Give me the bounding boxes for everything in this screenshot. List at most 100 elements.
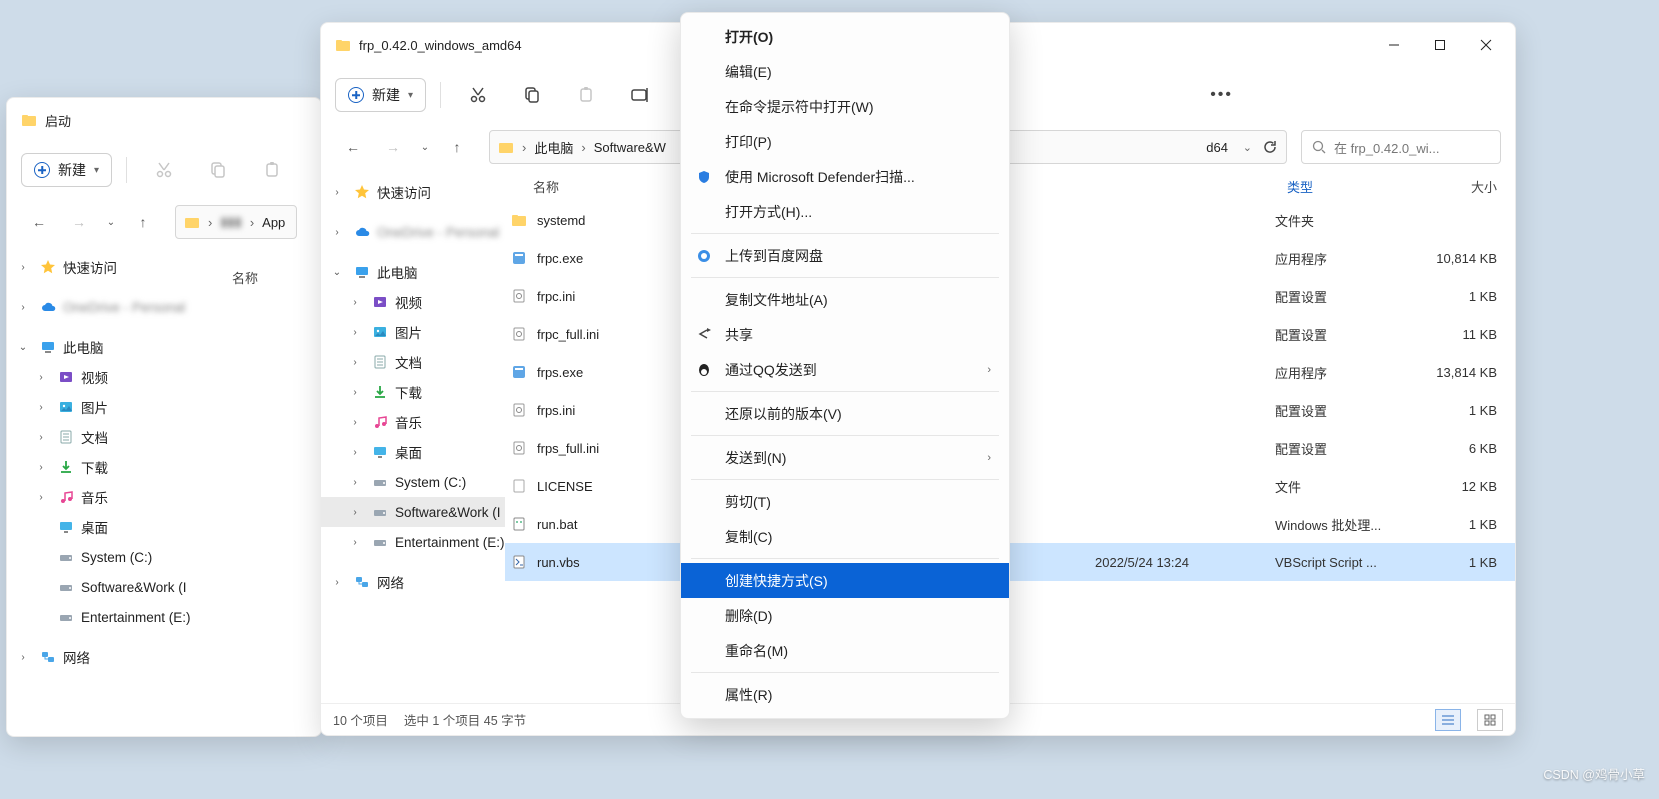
copy-icon[interactable] [509,75,555,115]
nav-item[interactable]: ⌄此电脑 [321,257,505,287]
nav-item[interactable]: ›Software&Work (I [321,497,505,527]
details-view-button[interactable] [1435,709,1461,731]
expand-icon[interactable]: › [327,577,347,588]
up-button[interactable]: ↑ [125,204,161,240]
menu-item[interactable]: 重命名(M) [681,633,1009,668]
nav-item[interactable]: ›音乐 [7,482,321,512]
nav-item[interactable]: ›文档 [321,347,505,377]
expand-icon[interactable]: › [31,402,51,413]
breadcrumb-item[interactable]: Software&W [594,140,666,155]
back-button[interactable]: ← [335,129,371,165]
expand-icon[interactable]: ⌄ [327,267,347,278]
expand-icon[interactable]: ⌄ [13,342,33,353]
nav-item[interactable]: ⌄此电脑 [7,332,321,362]
file-row[interactable]: frpc.exe应用程序10,814 KB [505,239,1515,277]
menu-item[interactable]: 创建快捷方式(S) [681,563,1009,598]
file-row[interactable]: run.batWindows 批处理...1 KB [505,505,1515,543]
nav-tree[interactable]: ›快速访问›OneDrive - Personal⌄此电脑›视频›图片›文档›下… [7,246,321,736]
column-type[interactable]: 类型 [1275,177,1415,196]
recent-locations-button[interactable]: ⌄ [415,129,435,165]
nav-item[interactable]: ›快速访问 [321,177,505,207]
expand-icon[interactable]: › [31,492,51,503]
menu-item[interactable]: 打开(O) [681,19,1009,54]
nav-item[interactable]: ›视频 [321,287,505,317]
nav-item[interactable]: ›OneDrive - Personal [321,217,505,247]
menu-item[interactable]: 通过QQ发送到› [681,352,1009,387]
file-row[interactable]: frpc_full.ini配置设置11 KB [505,315,1515,353]
menu-item[interactable]: 打印(P) [681,124,1009,159]
titlebar[interactable]: 启动 [7,98,321,142]
expand-icon[interactable]: › [345,477,365,488]
expand-icon[interactable]: › [345,537,365,548]
nav-item[interactable]: ›图片 [321,317,505,347]
column-headers[interactable]: 名称 类型 大小 [505,171,1515,201]
breadcrumb-item[interactable]: d64 [1206,140,1228,155]
menu-item[interactable]: 发送到(N)› [681,440,1009,475]
context-menu[interactable]: 打开(O)编辑(E)在命令提示符中打开(W)打印(P)使用 Microsoft … [680,12,1010,719]
nav-item[interactable]: ›网络 [321,567,505,597]
up-button[interactable]: ↑ [439,129,475,165]
breadcrumb-item[interactable]: App [262,215,285,230]
file-row[interactable]: systemd文件夹 [505,201,1515,239]
refresh-button[interactable] [1262,139,1278,155]
menu-item[interactable]: 共享 [681,317,1009,352]
nav-item[interactable]: System (C:) [7,542,321,572]
search-input[interactable]: 在 frp_0.42.0_wi... [1301,130,1501,164]
expand-icon[interactable]: › [327,187,347,198]
menu-item[interactable]: 还原以前的版本(V) [681,396,1009,431]
menu-item[interactable]: 上传到百度网盘 [681,238,1009,273]
expand-icon[interactable]: › [345,357,365,368]
nav-item[interactable]: Software&Work (I [7,572,321,602]
cut-icon[interactable] [455,75,501,115]
file-row[interactable]: frpc.ini配置设置1 KB [505,277,1515,315]
breadcrumb-item[interactable]: ▮▮▮ [220,214,241,230]
nav-item[interactable]: ›桌面 [321,437,505,467]
nav-item[interactable]: ›快速访问 [7,252,321,282]
address-bar[interactable]: › ▮▮▮ › App [175,205,297,239]
expand-icon[interactable]: › [13,302,33,313]
nav-item[interactable]: 桌面 [7,512,321,542]
column-name[interactable]: 名称 [232,268,258,287]
menu-item[interactable]: 删除(D) [681,598,1009,633]
back-button[interactable]: ← [21,204,57,240]
nav-tree[interactable]: ›快速访问 ›OneDrive - Personal ⌄此电脑›视频›图片›文档›下… [321,171,505,703]
menu-item[interactable]: 打开方式(H)... [681,194,1009,229]
icons-view-button[interactable] [1477,709,1503,731]
menu-item[interactable]: 复制(C) [681,519,1009,554]
nav-item[interactable]: ›System (C:) [321,467,505,497]
file-row[interactable]: LICENSE文件12 KB [505,467,1515,505]
file-row[interactable]: run.vbs2022/5/24 13:24VBScript Script ..… [505,543,1515,581]
nav-item[interactable]: ›Entertainment (E:) [321,527,505,557]
new-button[interactable]: 新建 ▾ [335,78,426,112]
menu-item[interactable]: 剪切(T) [681,484,1009,519]
expand-icon[interactable]: › [31,372,51,383]
breadcrumb-item[interactable]: 此电脑 [534,138,573,157]
expand-icon[interactable]: › [345,417,365,428]
file-row[interactable]: frps.exe应用程序13,814 KB [505,353,1515,391]
nav-item[interactable]: ›图片 [7,392,321,422]
file-row[interactable]: frps.ini配置设置1 KB [505,391,1515,429]
expand-icon[interactable]: › [345,297,365,308]
expand-icon[interactable]: › [345,327,365,338]
menu-item[interactable]: 复制文件地址(A) [681,282,1009,317]
file-row[interactable]: frps_full.ini配置设置6 KB [505,429,1515,467]
nav-item[interactable]: ›网络 [7,642,321,672]
expand-icon[interactable]: › [345,447,365,458]
expand-icon[interactable]: › [31,432,51,443]
expand-icon[interactable]: › [13,262,33,273]
nav-item[interactable]: ›下载 [321,377,505,407]
nav-item[interactable]: Entertainment (E:) [7,602,321,632]
expand-icon[interactable]: › [345,507,365,518]
nav-item[interactable]: ›视频 [7,362,321,392]
expand-icon[interactable]: › [327,227,347,238]
close-button[interactable] [1463,23,1509,67]
recent-locations-button[interactable]: ⌄ [101,204,121,240]
rename-icon[interactable] [617,75,663,115]
menu-item[interactable]: 编辑(E) [681,54,1009,89]
minimize-button[interactable] [1371,23,1417,67]
menu-item[interactable]: 使用 Microsoft Defender扫描... [681,159,1009,194]
more-button[interactable]: ••• [1210,86,1233,104]
maximize-button[interactable] [1417,23,1463,67]
menu-item[interactable]: 属性(R) [681,677,1009,712]
nav-item[interactable]: ›下载 [7,452,321,482]
